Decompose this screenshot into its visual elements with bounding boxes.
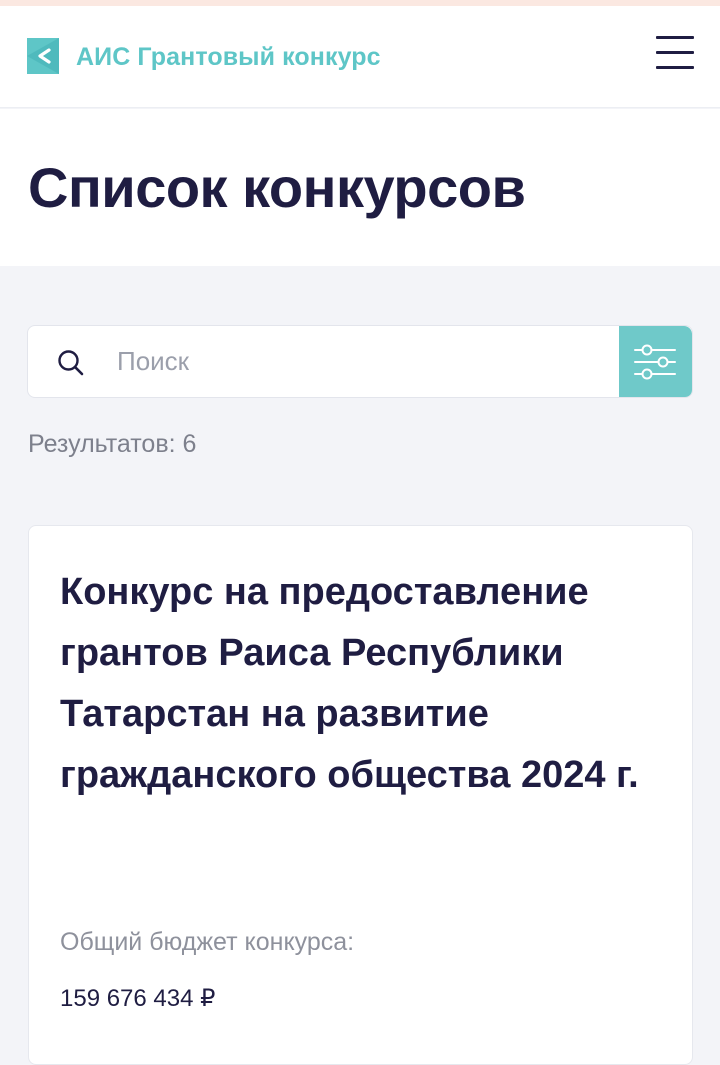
sliders-filter-icon [634, 344, 676, 380]
budget-label: Общий бюджет конкурса: [60, 928, 355, 956]
back-chevron-logo-icon[interactable] [27, 38, 59, 74]
app-title[interactable]: АИС Грантовый конкурс [76, 43, 381, 72]
budget-value: 159 676 434 ₽ [60, 985, 216, 1012]
hamburger-menu-icon[interactable] [650, 36, 700, 76]
search-icon [56, 348, 86, 378]
contest-title[interactable]: Конкурс на предоставление грантов Раиса … [60, 562, 670, 806]
page-title: Список конкурсов [28, 156, 526, 219]
page-title-section: Список конкурсов [0, 109, 720, 266]
results-count: Результатов: 6 [28, 430, 197, 458]
filter-button[interactable] [619, 326, 692, 397]
app-header: АИС Грантовый конкурс [0, 6, 720, 108]
contest-card[interactable]: Конкурс на предоставление грантов Раиса … [28, 525, 693, 1065]
search-input[interactable] [116, 326, 616, 397]
search-bar [27, 325, 693, 398]
